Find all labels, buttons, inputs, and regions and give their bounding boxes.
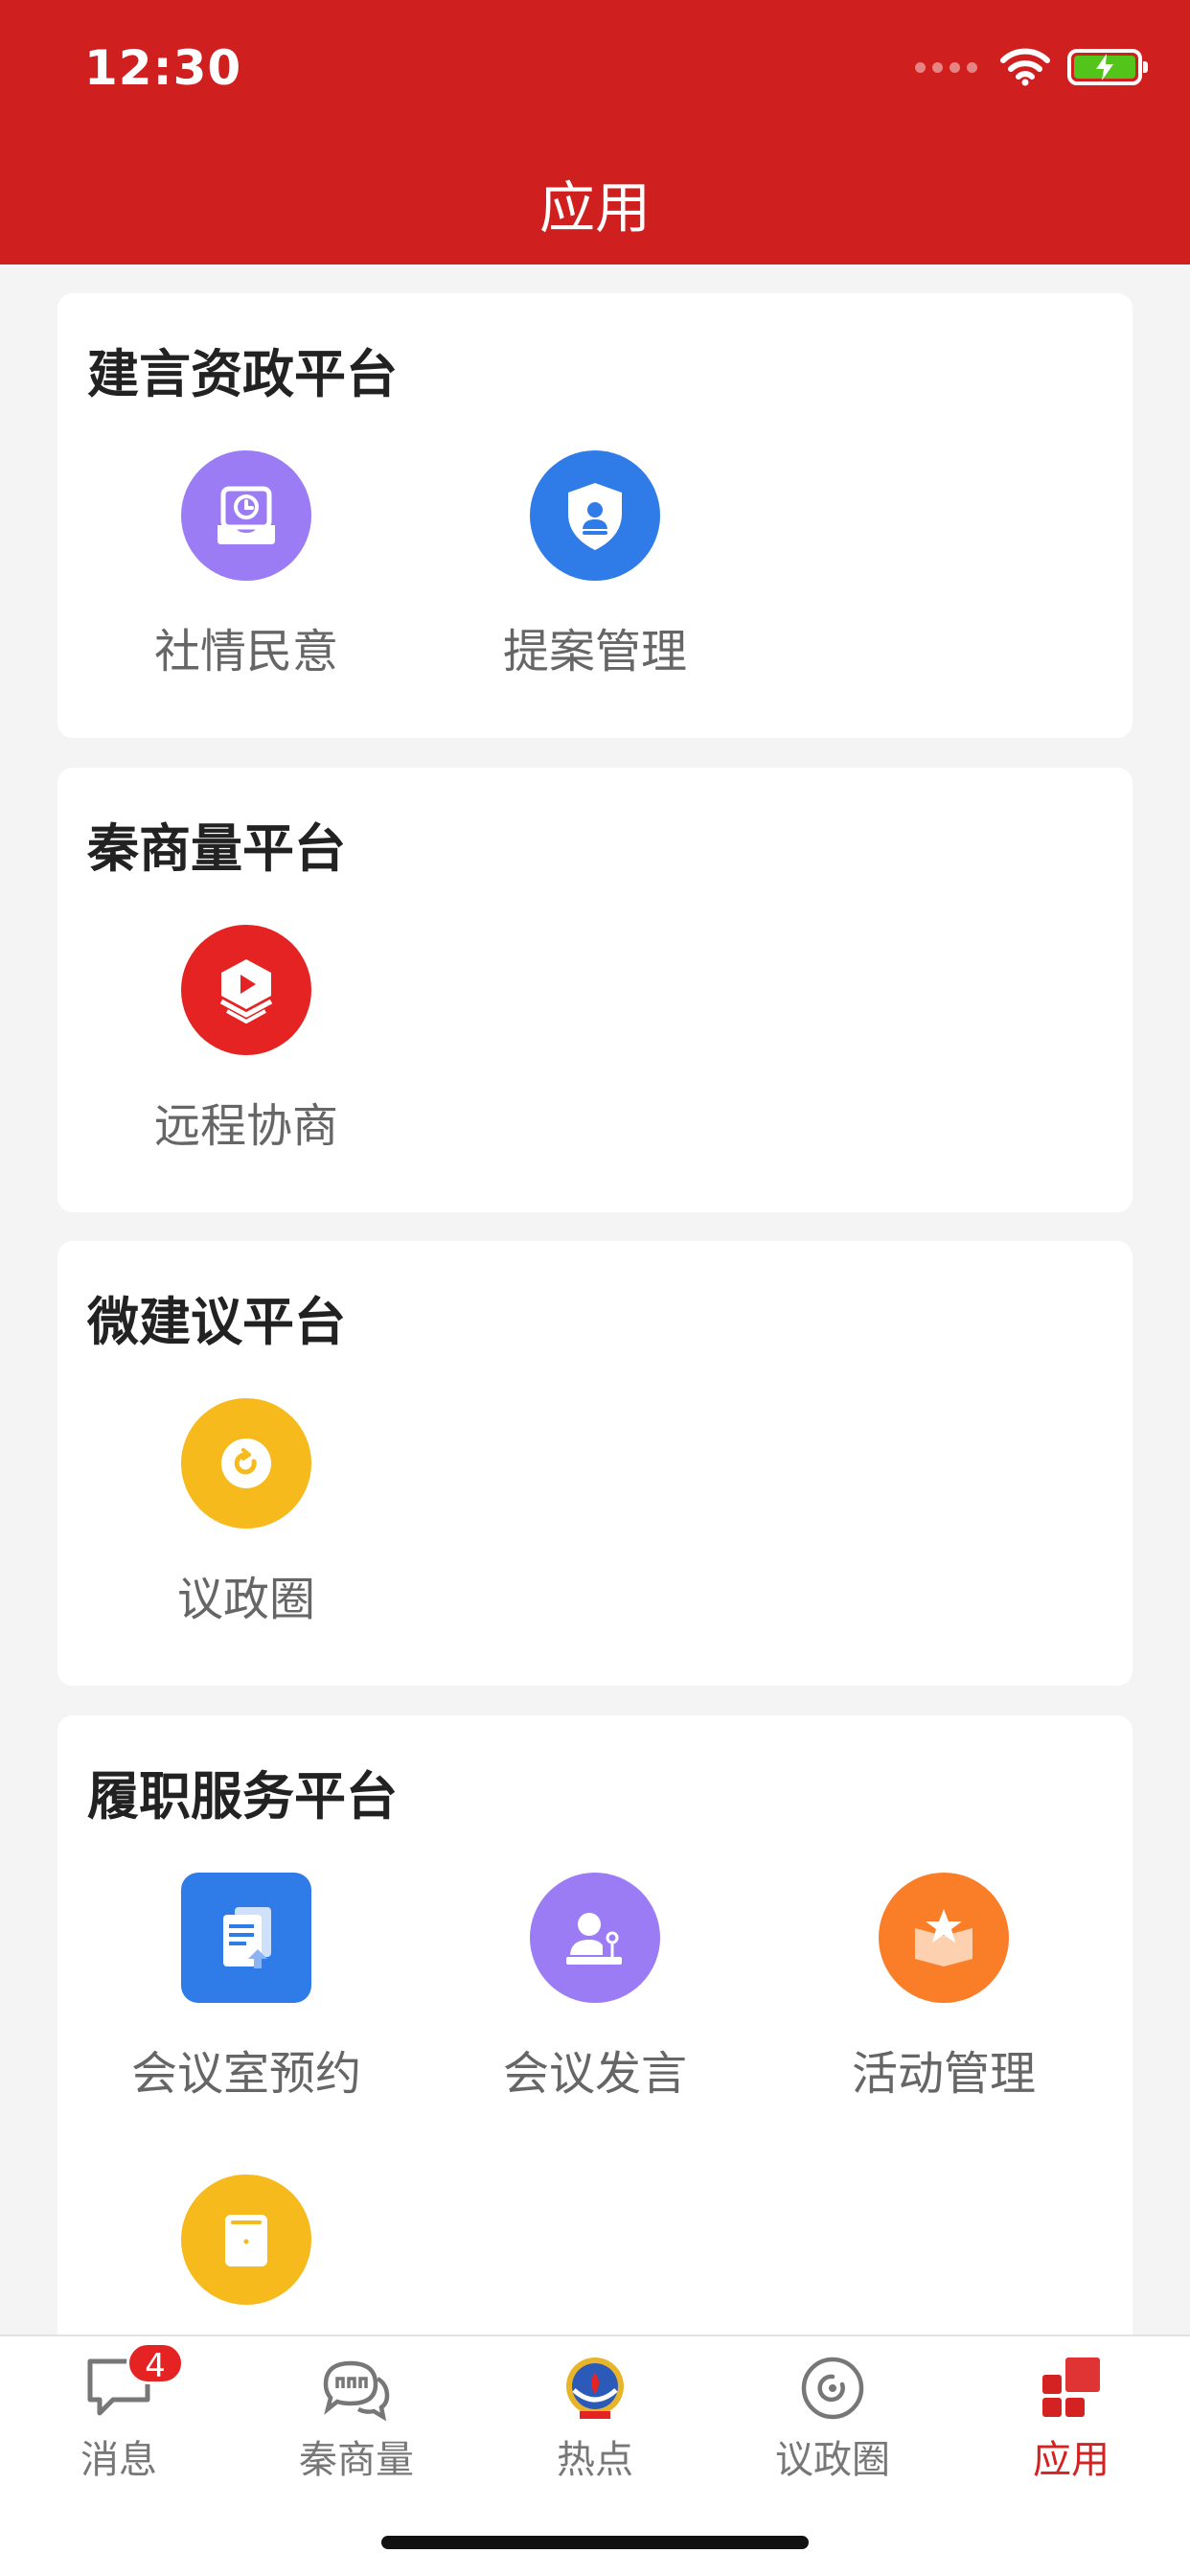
signal-icon <box>915 61 977 73</box>
folder-icon <box>181 2174 311 2305</box>
tab-yizhengquan[interactable]: 议政圈 <box>714 2352 951 2484</box>
section-lvzhifuwu: 履职服务平台 会议室预约 会议发言 活动管理 <box>57 1715 1133 2367</box>
section-title: 微建议平台 <box>87 1292 346 1352</box>
inbox-clock-icon <box>181 450 311 581</box>
app-label: 社情民意 <box>153 625 338 678</box>
speaker-podium-icon <box>530 1873 660 2003</box>
tab-messages[interactable]: 4 消息 <box>0 2342 238 2484</box>
app-sheqingminyi[interactable]: 社情民意 <box>57 450 435 680</box>
chat-bubble-icon: 4 <box>82 2342 184 2425</box>
app-label: 远程协商 <box>153 1099 338 1153</box>
home-indicator[interactable] <box>381 2536 809 2549</box>
video-cube-icon <box>181 925 311 1055</box>
app-label: 会议室预约 <box>130 2047 361 2101</box>
section-weijianyi: 微建议平台 议政圈 <box>57 1241 1133 1686</box>
apps-grid-icon <box>1035 2352 1108 2425</box>
section-title: 履职服务平台 <box>87 1766 398 1827</box>
section-title: 建言资政平台 <box>87 344 398 404</box>
app-folder[interactable] <box>57 2174 435 2337</box>
app-label: 议政圈 <box>176 1573 315 1626</box>
app-huiyishiyuyue[interactable]: 会议室预约 <box>57 1873 435 2103</box>
tab-label: 应用 <box>1033 2438 1110 2482</box>
status-icons <box>915 48 1148 86</box>
section-qinshangliang: 秦商量平台 远程协商 <box>57 768 1133 1212</box>
wifi-icon <box>1000 48 1050 86</box>
page-title: 应用 <box>538 175 651 241</box>
app-huodongguanli[interactable]: 活动管理 <box>755 1873 1133 2103</box>
status-time: 12:30 <box>84 40 242 96</box>
tab-label: 消息 <box>80 2438 157 2482</box>
app-screen: 12:30 应用 建言资政平台 社情民意 提案管理 秦商量平台 远程协商 微建议… <box>0 0 1190 2576</box>
target-circle-icon <box>796 2352 869 2425</box>
tab-qinshangliang[interactable]: 秦商量 <box>238 2352 475 2484</box>
tab-hot[interactable]: 热点 <box>476 2352 714 2484</box>
app-label: 活动管理 <box>851 2047 1036 2101</box>
section-title: 秦商量平台 <box>87 818 346 879</box>
document-upload-icon <box>181 1873 311 2003</box>
header-bar: 12:30 应用 <box>0 0 1190 264</box>
tab-apps[interactable]: 应用 <box>952 2352 1190 2484</box>
tab-label: 秦商量 <box>299 2438 414 2482</box>
battery-icon <box>1067 49 1148 85</box>
app-yizhengquan[interactable]: 议政圈 <box>57 1398 435 1628</box>
discussion-bubbles-icon <box>320 2352 393 2425</box>
shield-user-icon <box>530 450 660 581</box>
section-jianyanzizheng: 建言资政平台 社情民意 提案管理 <box>57 293 1133 738</box>
app-yuanchengxieshang[interactable]: 远程协商 <box>57 925 435 1155</box>
tab-label: 议政圈 <box>775 2438 890 2482</box>
emblem-icon <box>559 2352 631 2425</box>
unread-badge: 4 <box>126 2342 184 2385</box>
circle-refresh-icon <box>181 1398 311 1529</box>
star-box-icon <box>879 1873 1009 2003</box>
app-label: 会议发言 <box>502 2047 687 2101</box>
app-huiyifayan[interactable]: 会议发言 <box>406 1873 784 2103</box>
app-label: 提案管理 <box>502 625 687 678</box>
tab-label: 热点 <box>557 2438 633 2482</box>
app-tianguanli[interactable]: 提案管理 <box>406 450 784 680</box>
